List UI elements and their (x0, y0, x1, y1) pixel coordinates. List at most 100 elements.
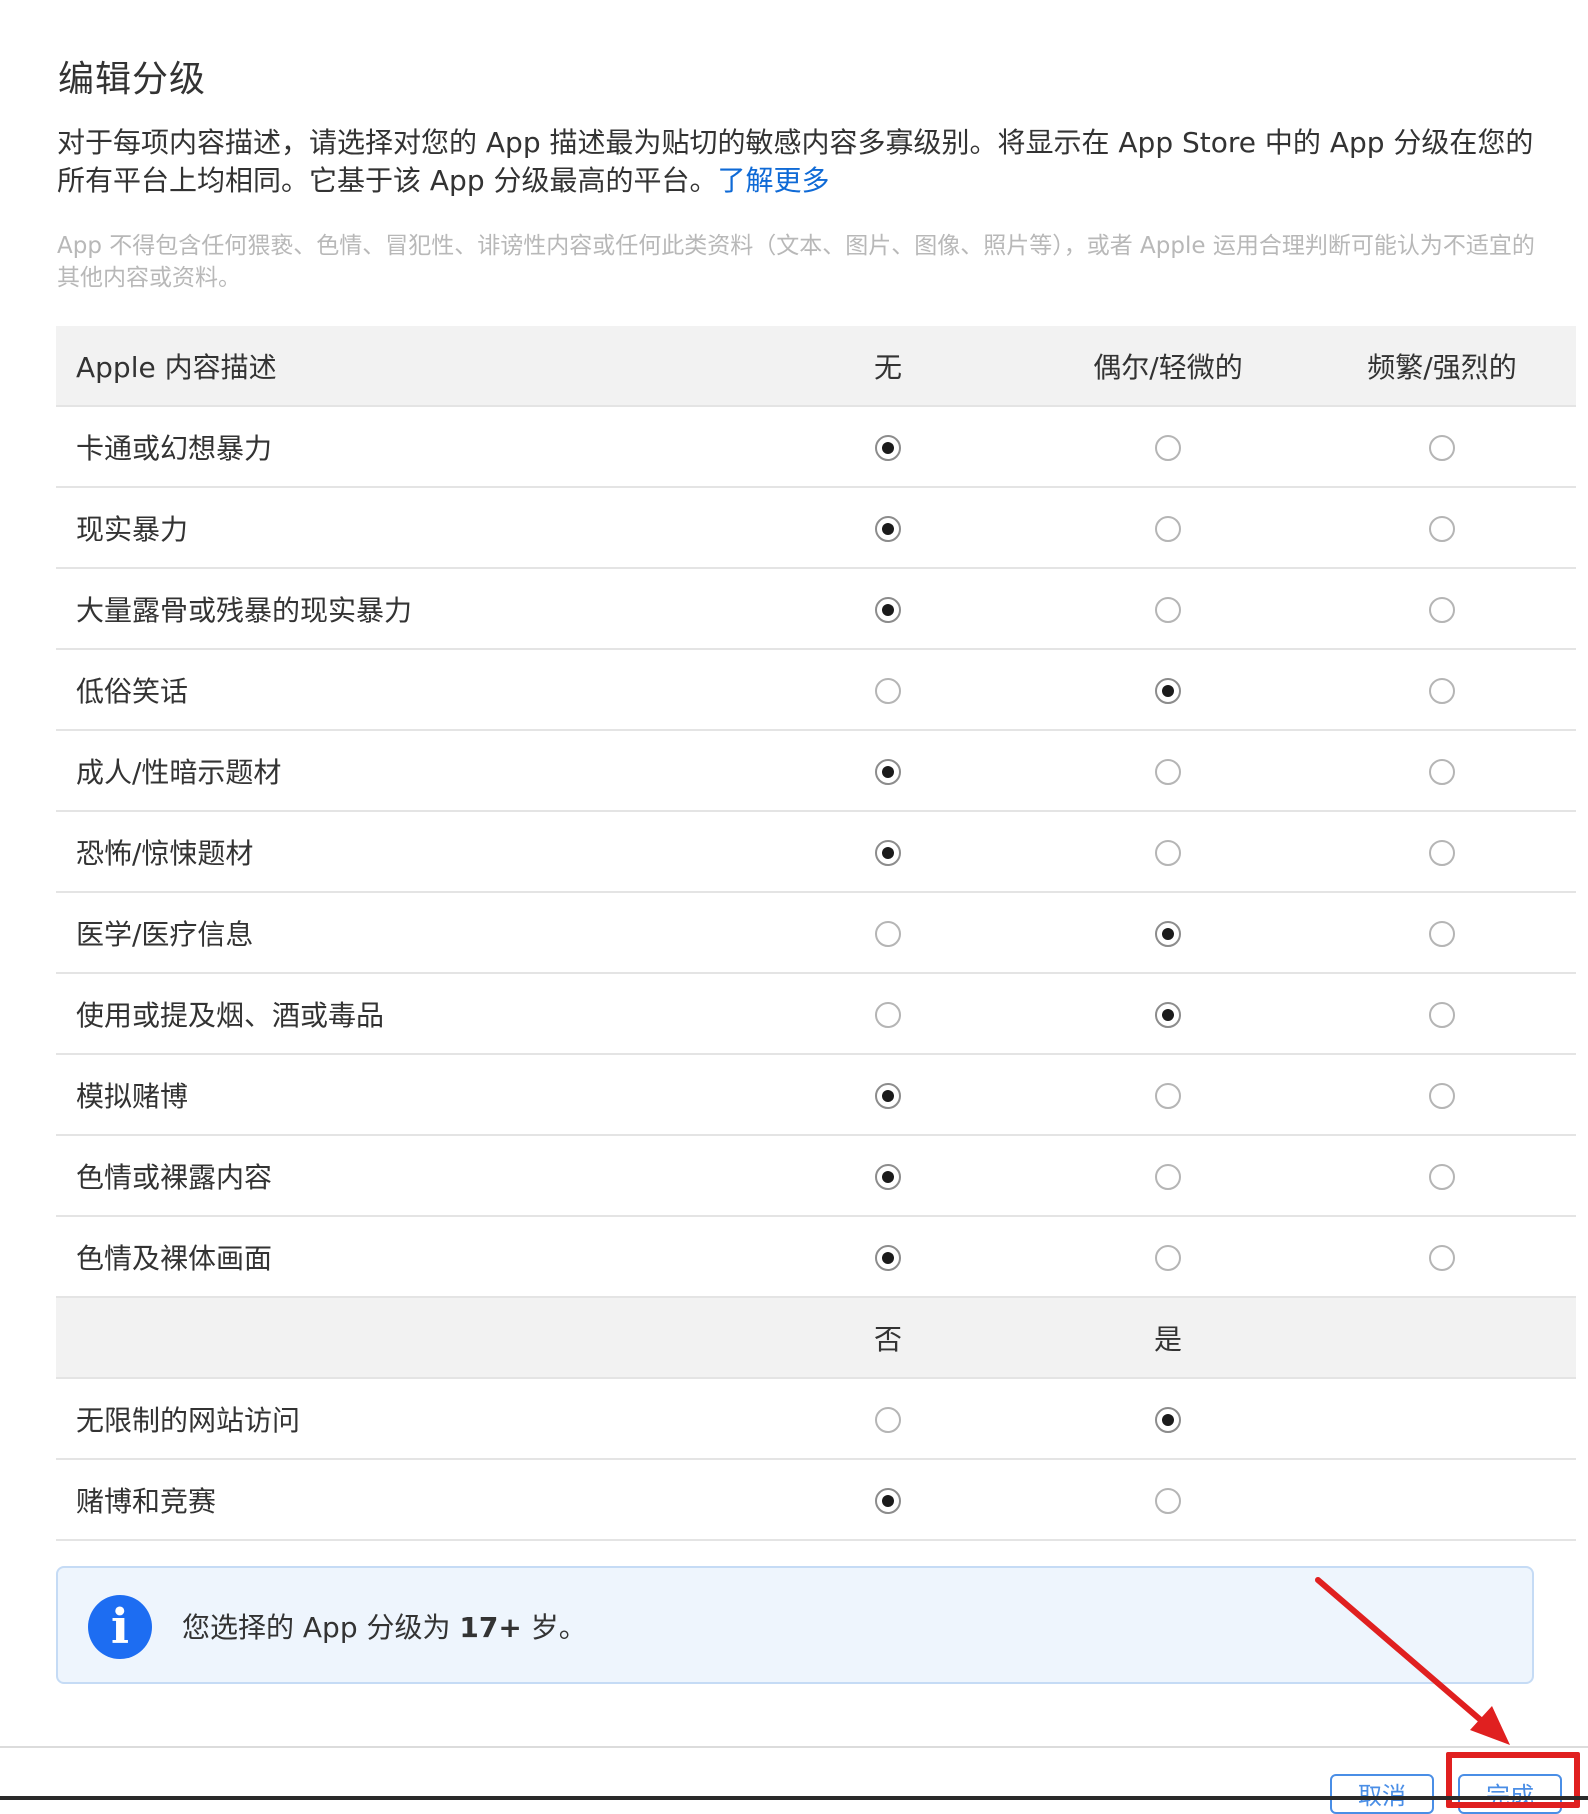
frequent-radio[interactable] (1429, 1164, 1455, 1190)
none-radio[interactable] (875, 921, 901, 947)
row-label: 大量露骨或残暴的现实暴力 (56, 568, 748, 650)
table-row: 使用或提及烟、酒或毒品 (56, 973, 1576, 1055)
none-radio[interactable] (875, 516, 901, 542)
frequent-cell (1308, 649, 1576, 731)
none-radio[interactable] (875, 435, 901, 461)
yes-radio[interactable] (1155, 1488, 1181, 1514)
mild-cell (1028, 649, 1308, 731)
row-label: 模拟赌博 (56, 1054, 748, 1136)
empty-cell (1308, 1459, 1576, 1541)
row-label: 色情或裸露内容 (56, 1135, 748, 1217)
yesno-rows: 无限制的网站访问 赌博和竞赛 (56, 1378, 1576, 1541)
row-label: 现实暴力 (56, 487, 748, 569)
row-label: 色情及裸体画面 (56, 1216, 748, 1298)
frequent-radio[interactable] (1429, 921, 1455, 947)
frequent-cell (1308, 1135, 1576, 1217)
none-cell (748, 811, 1028, 893)
table-row: 色情及裸体画面 (56, 1216, 1576, 1298)
none-radio[interactable] (875, 1164, 901, 1190)
mild-cell (1028, 730, 1308, 812)
mild-radio[interactable] (1155, 516, 1181, 542)
rating-info-text: 您选择的 App 分级为 17+ 岁。 (182, 1606, 587, 1646)
none-cell (748, 730, 1028, 812)
row-label: 低俗笑话 (56, 649, 748, 731)
none-cell (748, 973, 1028, 1055)
row-label: 医学/医疗信息 (56, 892, 748, 974)
mild-radio[interactable] (1155, 921, 1181, 947)
header-yes: 是 (1028, 1297, 1308, 1379)
content-policy-note: App 不得包含任何猥亵、色情、冒犯性、诽谤性内容或任何此类资料（文本、图片、图… (57, 233, 1535, 291)
mild-radio[interactable] (1155, 1002, 1181, 1028)
none-radio[interactable] (875, 1245, 901, 1271)
none-radio[interactable] (875, 1002, 901, 1028)
mild-cell (1028, 973, 1308, 1055)
frequent-radio[interactable] (1429, 1002, 1455, 1028)
none-cell (748, 649, 1028, 731)
yes-cell (1028, 1378, 1308, 1460)
mild-radio[interactable] (1155, 678, 1181, 704)
none-radio[interactable] (875, 678, 901, 704)
mild-cell (1028, 406, 1308, 488)
learn-more-link[interactable]: 了解更多 (718, 164, 830, 197)
mild-radio[interactable] (1155, 840, 1181, 866)
table-row: 现实暴力 (56, 487, 1576, 569)
none-cell (748, 892, 1028, 974)
yes-radio[interactable] (1155, 1407, 1181, 1433)
mild-radio[interactable] (1155, 597, 1181, 623)
cancel-button[interactable]: 取消 (1330, 1774, 1434, 1814)
none-radio[interactable] (875, 1083, 901, 1109)
row-label: 使用或提及烟、酒或毒品 (56, 973, 748, 1055)
mild-cell (1028, 1135, 1308, 1217)
none-radio[interactable] (875, 597, 901, 623)
frequent-cell (1308, 730, 1576, 812)
frequent-cell (1308, 406, 1576, 488)
footer-divider (0, 1746, 1588, 1748)
yesno-header-row: 否 是 (56, 1297, 1576, 1379)
mild-radio[interactable] (1155, 435, 1181, 461)
table-row: 色情或裸露内容 (56, 1135, 1576, 1217)
row-label: 卡通或幻想暴力 (56, 406, 748, 488)
none-cell (748, 568, 1028, 650)
mild-cell (1028, 1054, 1308, 1136)
mild-cell (1028, 568, 1308, 650)
table-row: 卡通或幻想暴力 (56, 406, 1576, 488)
rating-info-box: i 您选择的 App 分级为 17+ 岁。 (56, 1566, 1534, 1684)
empty-cell (1308, 1378, 1576, 1460)
table-row: 医学/医疗信息 (56, 892, 1576, 974)
none-radio[interactable] (875, 759, 901, 785)
no-radio[interactable] (875, 1488, 901, 1514)
mild-radio[interactable] (1155, 759, 1181, 785)
frequent-radio[interactable] (1429, 516, 1455, 542)
header-mild: 偶尔/轻微的 (1028, 326, 1308, 407)
frequent-radio[interactable] (1429, 759, 1455, 785)
frequent-radio[interactable] (1429, 840, 1455, 866)
mild-cell (1028, 487, 1308, 569)
row-label: 无限制的网站访问 (56, 1378, 748, 1460)
frequent-radio[interactable] (1429, 1245, 1455, 1271)
info-prefix: 您选择的 App 分级为 (182, 1611, 460, 1644)
level-rows: 卡通或幻想暴力 现实暴力 大量露骨或残暴的现实暴力 低俗笑话 成人/性暗示题材 恐怖/惊悚… (56, 406, 1576, 1298)
row-label: 恐怖/惊悚题材 (56, 811, 748, 893)
mild-radio[interactable] (1155, 1083, 1181, 1109)
mild-radio[interactable] (1155, 1245, 1181, 1271)
none-cell (748, 1054, 1028, 1136)
mild-radio[interactable] (1155, 1164, 1181, 1190)
header-descriptor: Apple 内容描述 (56, 326, 748, 407)
row-label: 赌博和竞赛 (56, 1459, 748, 1541)
table-row: 成人/性暗示题材 (56, 730, 1576, 812)
none-cell (748, 487, 1028, 569)
frequent-radio[interactable] (1429, 435, 1455, 461)
table-row: 模拟赌博 (56, 1054, 1576, 1136)
none-cell (748, 1135, 1028, 1217)
dialog-description: 对于每项内容描述，请选择对您的 App 描述最为贴切的敏感内容多寡级别。将显示在… (57, 124, 1537, 200)
frequent-radio[interactable] (1429, 597, 1455, 623)
yesno-header-blank (56, 1297, 748, 1379)
frequent-radio[interactable] (1429, 1083, 1455, 1109)
frequent-radio[interactable] (1429, 678, 1455, 704)
no-radio[interactable] (875, 1407, 901, 1433)
frequent-cell (1308, 568, 1576, 650)
none-radio[interactable] (875, 840, 901, 866)
mild-cell (1028, 811, 1308, 893)
frequent-cell (1308, 1216, 1576, 1298)
header-none: 无 (748, 326, 1028, 407)
